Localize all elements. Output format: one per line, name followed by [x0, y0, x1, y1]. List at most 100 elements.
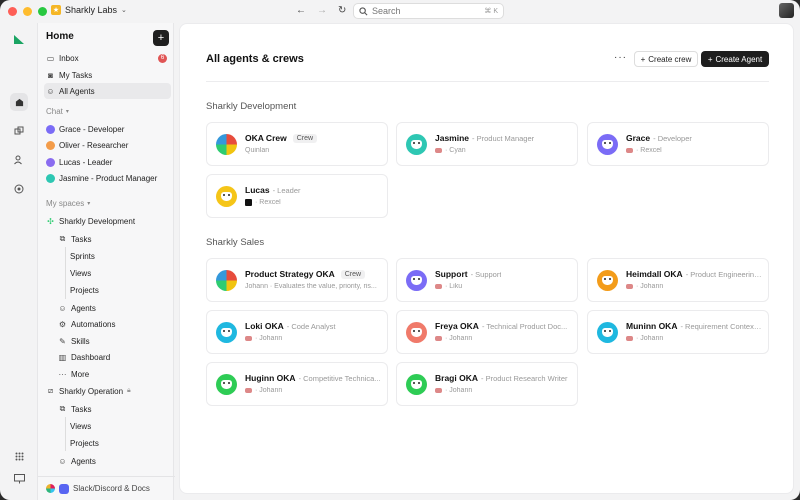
agent-role: - Product Research Writer: [480, 373, 568, 383]
close-window-button[interactable]: [8, 7, 17, 16]
integrations-footer[interactable]: Slack/Discord & Docs: [38, 476, 175, 500]
agent-card[interactable]: Support - Support · Liku: [396, 258, 578, 302]
chat-item-jasmine[interactable]: Jasmine - Product Manager: [44, 170, 171, 186]
agent-meta: · Johann: [445, 335, 473, 342]
agent-name: OKA Crew: [245, 133, 287, 143]
space1-more[interactable]: ··· More: [56, 366, 171, 382]
agent-meta-row: Johann · Evaluates the value, priority, …: [245, 283, 381, 290]
sidebar-item-all-agents[interactable]: ☺ All Agents: [44, 83, 171, 99]
search-icon: [359, 6, 368, 15]
sidebar: Home + ▭ Inbox 6 ◙ My Tasks ☺ All Agents…: [37, 23, 175, 500]
agent-meta: · Johann: [255, 387, 283, 394]
monitor-icon[interactable]: [10, 470, 28, 488]
agent-meta-row: · Rexcel: [245, 199, 381, 206]
agent-meta: · Rexcel: [255, 199, 281, 206]
maximize-window-button[interactable]: [38, 7, 47, 16]
space-sharkly-operation[interactable]: ⧄ Sharkly Operation 🔒︎: [44, 383, 171, 399]
agent-meta: · Johann: [255, 335, 283, 342]
model-icon: [626, 148, 633, 153]
create-agent-button[interactable]: + Create Agent: [701, 51, 769, 67]
chat-item-lucas[interactable]: Lucas - Leader: [44, 154, 171, 170]
agent-role: - Requirement Context...: [680, 321, 762, 331]
agent-card[interactable]: Huginn OKA - Competitive Technica... · Joh…: [206, 362, 388, 406]
sidebar-item-inbox[interactable]: ▭ Inbox 6: [44, 50, 171, 66]
back-arrow-icon[interactable]: ←: [296, 5, 306, 16]
group-title-development: Sharkly Development: [206, 101, 297, 112]
agent-card[interactable]: Heimdall OKA - Product Engineering... · Jo…: [587, 258, 769, 302]
tasks-icon: ⧉: [59, 234, 66, 243]
space1-views[interactable]: Views: [68, 265, 171, 281]
agent-card[interactable]: Jasmine - Product Manager · Cyan: [396, 122, 578, 166]
agent-card[interactable]: OKA Crew Crew Quinlan: [206, 122, 388, 166]
chart-icon: ▥: [58, 352, 67, 362]
search-input[interactable]: [372, 6, 481, 16]
agent-card[interactable]: Loki OKA - Code Analyst · Johann: [206, 310, 388, 354]
main-panel: All agents & crews ··· + Create crew + Cre…: [179, 23, 794, 494]
apps-grid-icon[interactable]: [10, 447, 28, 465]
agent-name: Huginn OKA: [245, 373, 296, 383]
tree-line: [65, 417, 66, 451]
spaces-section-header[interactable]: My spaces ▾: [46, 199, 90, 208]
discord-icon: [59, 483, 69, 494]
space1-tasks[interactable]: ⧉ Tasks: [56, 231, 171, 247]
new-item-button[interactable]: +: [153, 30, 169, 46]
space1-skills[interactable]: ✎ Skills: [56, 333, 171, 349]
app-logo-icon[interactable]: [10, 30, 28, 48]
agent-name-row: Grace - Developer: [626, 133, 762, 143]
user-avatar[interactable]: [779, 3, 794, 18]
minimize-window-button[interactable]: [23, 7, 32, 16]
avatar: [46, 173, 55, 183]
workspace-switcher[interactable]: ★ Sharkly Labs ⌄: [51, 5, 127, 15]
agent-name-row: Muninn OKA - Requirement Context...: [626, 321, 762, 331]
forward-arrow-icon[interactable]: →: [317, 5, 327, 16]
search-box[interactable]: ⌘ K: [353, 3, 504, 19]
agent-meta: · Johann: [636, 335, 664, 342]
agent-card[interactable]: Product Strategy OKA Crew Johann · Evaluat…: [206, 258, 388, 302]
agent-card[interactable]: Lucas - Leader · Rexcel: [206, 174, 388, 218]
users-icon[interactable]: [10, 151, 28, 169]
agent-avatar: [216, 322, 237, 343]
chat-item-oliver[interactable]: Oliver - Researcher: [44, 137, 171, 153]
refresh-icon[interactable]: ↻: [338, 5, 346, 16]
plus-icon: +: [707, 54, 713, 64]
space1-automations[interactable]: ⚙ Automations: [56, 316, 171, 332]
caret-down-icon: ▾: [87, 201, 91, 207]
lock-icon: 🔒︎: [127, 387, 131, 394]
sidebar-item-my-tasks[interactable]: ◙ My Tasks: [44, 67, 171, 83]
space1-dashboard[interactable]: ▥ Dashboard: [56, 349, 171, 365]
agent-card[interactable]: Freya OKA - Technical Product Doc... · Joh…: [396, 310, 578, 354]
create-crew-button[interactable]: + Create crew: [634, 51, 698, 67]
agent-card[interactable]: Grace - Developer · Rexcel: [587, 122, 769, 166]
space1-agents[interactable]: ☺ Agents: [56, 300, 171, 316]
agent-name: Lucas: [245, 185, 270, 195]
robot-face-icon: [411, 276, 422, 285]
agent-meta: Quinlan: [245, 147, 270, 154]
target-icon[interactable]: [10, 180, 28, 198]
agent-meta-row: · Cyan: [435, 147, 571, 154]
model-icon: [626, 284, 633, 289]
more-options-button[interactable]: ···: [614, 52, 627, 63]
space1-sprints[interactable]: Sprints: [68, 248, 171, 264]
chat-section-header[interactable]: Chat ▾: [46, 107, 69, 116]
agent-name-row: Freya OKA - Technical Product Doc...: [435, 321, 571, 331]
automation-icon: ⚙: [58, 319, 67, 329]
chat-item-grace[interactable]: Grace - Developer: [44, 121, 171, 137]
model-icon: [435, 388, 442, 393]
agent-meta-row: · Johann: [245, 335, 381, 342]
space1-projects[interactable]: Projects: [68, 282, 171, 298]
agent-name-row: Huginn OKA - Competitive Technica...: [245, 373, 381, 383]
icon-rail: [0, 23, 37, 500]
agent-role: - Support: [470, 269, 502, 279]
home-icon[interactable]: [10, 93, 28, 111]
space2-views[interactable]: Views: [68, 418, 171, 434]
space2-tasks[interactable]: ⧉ Tasks: [56, 401, 171, 417]
agent-card[interactable]: Muninn OKA - Requirement Context... · Joha…: [587, 310, 769, 354]
agent-card[interactable]: Bragi OKA - Product Research Writer · Joha…: [396, 362, 578, 406]
space2-agents[interactable]: ☺ Agents: [56, 453, 171, 469]
layers-icon[interactable]: [10, 122, 28, 140]
model-icon: [245, 199, 252, 206]
space2-projects[interactable]: Projects: [68, 435, 171, 451]
space-sharkly-development[interactable]: ✣ Sharkly Development: [44, 213, 171, 229]
agent-meta: · Johann: [445, 387, 473, 394]
agent-role: - Developer: [653, 133, 692, 143]
